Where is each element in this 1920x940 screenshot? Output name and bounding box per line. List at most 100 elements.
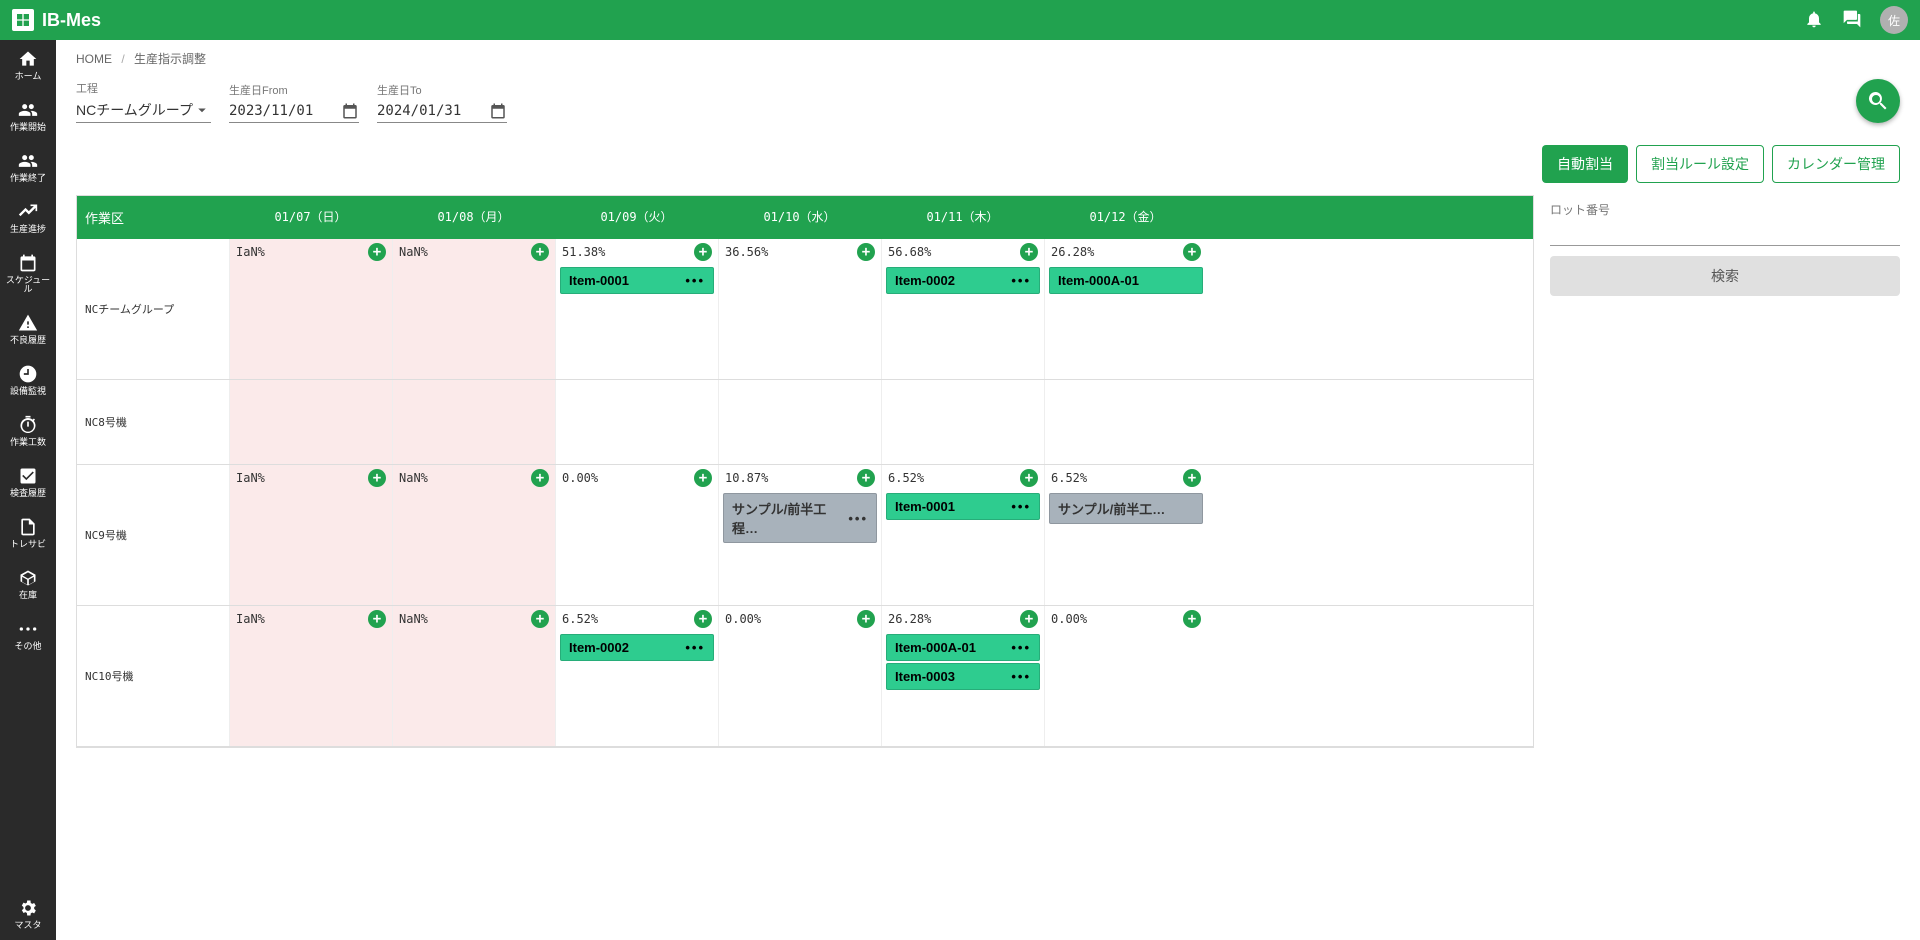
add-icon[interactable]: +: [1020, 610, 1038, 628]
sidebar-item-11[interactable]: その他: [0, 610, 56, 661]
add-icon[interactable]: +: [1183, 243, 1201, 261]
sidebar: ホーム作業開始作業終了生産進捗スケジュール不良履歴設備監視作業工数検査履歴トレサ…: [0, 40, 56, 940]
task-item[interactable]: Item-0002•••: [886, 267, 1040, 294]
top-bar: IB-Mes 佐: [0, 0, 1920, 40]
day-cell: 26.28% + Item-000A-01•••Item-0003•••: [881, 606, 1044, 746]
add-icon[interactable]: +: [368, 243, 386, 261]
sidebar-item-8[interactable]: 検査履歴: [0, 457, 56, 508]
more-icon[interactable]: •••: [848, 511, 868, 526]
breadcrumb-home[interactable]: HOME: [76, 52, 112, 66]
day-cell: NaN%+: [392, 465, 555, 605]
cell-percent: 51.38%: [562, 245, 605, 259]
work-area-header: 作業区: [77, 196, 229, 239]
sidebar-item-9[interactable]: トレサビ: [0, 508, 56, 559]
cell-percent: 26.28%: [1051, 245, 1094, 259]
task-item[interactable]: Item-000A-01•••: [886, 634, 1040, 661]
cell-percent: IaN%: [236, 245, 265, 259]
add-icon[interactable]: +: [694, 469, 712, 487]
calendar-manage-button[interactable]: カレンダー管理: [1772, 145, 1900, 183]
search-icon: [1866, 89, 1890, 113]
chat-icon[interactable]: [1842, 9, 1862, 32]
add-icon[interactable]: +: [1020, 469, 1038, 487]
cell-percent: NaN%: [399, 245, 428, 259]
task-item[interactable]: サンプル/前半工…•••: [1049, 493, 1203, 524]
add-icon[interactable]: +: [1183, 610, 1201, 628]
more-icon[interactable]: •••: [685, 273, 705, 288]
lot-search-button[interactable]: 検索: [1550, 256, 1900, 296]
sidebar-item-10[interactable]: 在庫: [0, 559, 56, 610]
calendar-icon: [489, 102, 507, 120]
add-icon[interactable]: +: [1183, 469, 1201, 487]
day-cell: 0.00%+: [718, 606, 881, 746]
day-header-5: 01/12（金）: [1044, 196, 1207, 239]
task-item[interactable]: Item-0002•••: [560, 634, 714, 661]
more-icon[interactable]: •••: [1011, 669, 1031, 684]
cell-percent: 36.56%: [725, 245, 768, 259]
task-item[interactable]: Item-0003•••: [886, 663, 1040, 690]
task-item[interactable]: サンプル/前半工程…•••: [723, 493, 877, 543]
cell-percent: 10.87%: [725, 471, 768, 485]
avatar[interactable]: 佐: [1880, 6, 1908, 34]
add-icon[interactable]: +: [694, 243, 712, 261]
sidebar-item-0[interactable]: ホーム: [0, 40, 56, 91]
lot-input[interactable]: [1550, 222, 1900, 246]
row-label: NC8号機: [77, 380, 229, 464]
date-to-input[interactable]: 2024/01/31: [377, 100, 507, 123]
sidebar-item-5[interactable]: 不良履歴: [0, 304, 56, 355]
more-icon[interactable]: •••: [1011, 640, 1031, 655]
cell-percent: 6.52%: [888, 471, 924, 485]
process-select[interactable]: NCチームグループ: [76, 98, 211, 123]
cell-percent: IaN%: [236, 612, 265, 626]
day-cell: IaN% +: [229, 239, 392, 379]
cell-percent: NaN%: [399, 612, 428, 626]
sidebar-item-6[interactable]: 設備監視: [0, 355, 56, 406]
day-cell: NaN% +: [392, 239, 555, 379]
more-icon[interactable]: •••: [1011, 273, 1031, 288]
day-cell: 6.52% + Item-0002•••: [555, 606, 718, 746]
filter-row: 工程 NCチームグループ 生産日From 2023/11/01 生産日To 20…: [56, 73, 1920, 137]
cell-percent: 0.00%: [562, 471, 598, 485]
schedule-row: NC10号機IaN%+NaN%+6.52%+Item-0002•••0.00%+…: [77, 606, 1533, 747]
date-from-input[interactable]: 2023/11/01: [229, 100, 359, 123]
schedule-grid: 作業区01/07（日）01/08（月）01/09（火）01/10（水）01/11…: [76, 195, 1534, 748]
add-icon[interactable]: +: [368, 610, 386, 628]
add-icon[interactable]: +: [531, 469, 549, 487]
add-icon[interactable]: +: [531, 243, 549, 261]
app-name: IB-Mes: [42, 10, 101, 31]
add-icon[interactable]: +: [857, 243, 875, 261]
cell-percent: 56.68%: [888, 245, 931, 259]
sidebar-item-4[interactable]: スケジュール: [0, 244, 56, 305]
date-to-field: 生産日To 2024/01/31: [377, 82, 507, 123]
more-icon[interactable]: •••: [685, 640, 705, 655]
add-icon[interactable]: +: [1020, 243, 1038, 261]
breadcrumb: HOME / 生産指示調整: [56, 40, 1920, 73]
day-cell: 10.87% + サンプル/前半工程…•••: [718, 465, 881, 605]
add-icon[interactable]: +: [368, 469, 386, 487]
sidebar-item-1[interactable]: 作業開始: [0, 91, 56, 142]
day-cell: [229, 380, 392, 464]
day-cell: [718, 380, 881, 464]
auto-assign-button[interactable]: 自動割当: [1542, 145, 1628, 183]
rule-setting-button[interactable]: 割当ルール設定: [1636, 145, 1764, 183]
task-item[interactable]: Item-0001•••: [886, 493, 1040, 520]
cell-percent: 26.28%: [888, 612, 931, 626]
add-icon[interactable]: +: [857, 469, 875, 487]
sidebar-item-master[interactable]: マスタ: [0, 889, 56, 940]
bell-icon[interactable]: [1804, 9, 1824, 32]
sidebar-item-3[interactable]: 生産進捗: [0, 193, 56, 244]
add-icon[interactable]: +: [531, 610, 549, 628]
cell-percent: 6.52%: [562, 612, 598, 626]
schedule-row: NCチームグループ IaN% + NaN% +51.38% + Item-0001••• 36…: [77, 239, 1533, 380]
more-icon[interactable]: •••: [1011, 499, 1031, 514]
logo-icon: [12, 9, 34, 31]
add-icon[interactable]: +: [857, 610, 875, 628]
row-label: NCチームグループ: [77, 239, 229, 379]
sidebar-item-7[interactable]: 作業工数: [0, 406, 56, 457]
schedule-row: NC9号機IaN%+NaN%+0.00%+10.87%+サンプル/前半工程…••…: [77, 465, 1533, 606]
task-item[interactable]: Item-0001•••: [560, 267, 714, 294]
task-item[interactable]: Item-000A-01•••: [1049, 267, 1203, 294]
add-icon[interactable]: +: [694, 610, 712, 628]
day-cell: 26.28% + Item-000A-01•••: [1044, 239, 1207, 379]
sidebar-item-2[interactable]: 作業終了: [0, 142, 56, 193]
search-button[interactable]: [1856, 79, 1900, 123]
